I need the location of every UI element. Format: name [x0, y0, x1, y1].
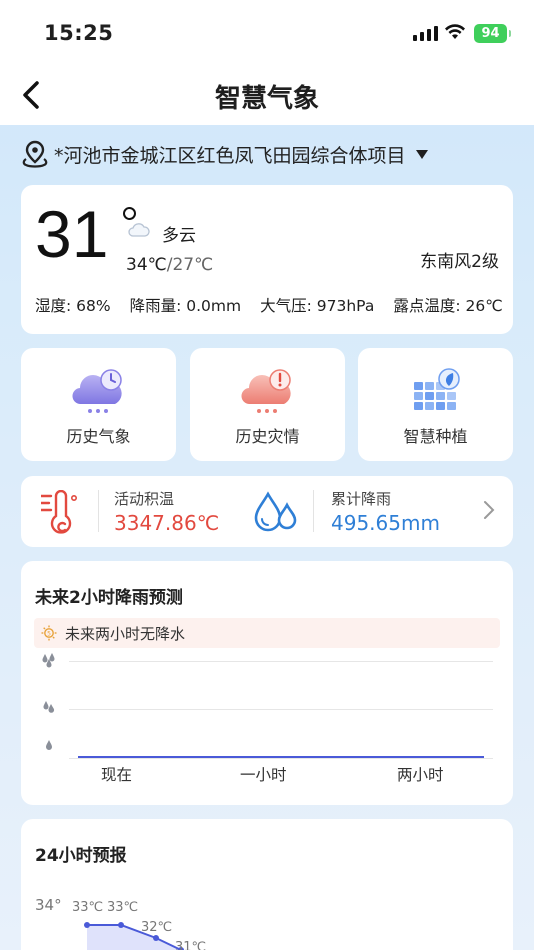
- active-temp-label: 活动积温: [114, 490, 175, 508]
- smart-planting-tile[interactable]: 智慧种植: [358, 348, 513, 461]
- tile-label: 历史灾情: [235, 427, 300, 446]
- forecast-point-label: 33℃: [107, 900, 139, 915]
- rain-forecast-card: 未来2小时降雨预测 5 未来两小时无降水 现在 一小时 两小时: [21, 561, 513, 805]
- chart-gridline: [69, 758, 493, 759]
- history-weather-tile[interactable]: 历史气象: [21, 348, 176, 461]
- forecast-24h-card: 24小时预报 34° 33℃ 33℃ 32℃ 31℃: [21, 819, 513, 950]
- forecast-point: [118, 922, 124, 928]
- heavy-rain-icon: [42, 653, 55, 668]
- active-temp-value: 3347.86℃: [114, 511, 220, 535]
- tile-label: 智慧种植: [403, 427, 468, 446]
- history-disaster-tile[interactable]: 历史灾情: [190, 348, 345, 461]
- pressure-value: 大气压: 973hPa: [260, 297, 375, 315]
- weather-condition: 多云: [162, 226, 196, 246]
- humidity-value: 湿度: 68%: [35, 297, 111, 315]
- forecast-point: [153, 935, 159, 941]
- tile-label: 历史气象: [66, 427, 131, 446]
- rain-forecast-title: 未来2小时降雨预测: [35, 588, 183, 608]
- wind-info: 东南风2级: [420, 252, 499, 272]
- thermometer-icon: [41, 490, 77, 534]
- forecast-point-label: 33℃: [72, 900, 104, 915]
- x-axis-label: 一小时: [240, 766, 287, 784]
- rain-notice-text: 未来两小时无降水: [65, 625, 186, 643]
- status-time: 15:25: [44, 21, 114, 45]
- sun-alert-icon: 5: [41, 625, 57, 641]
- location-selector[interactable]: *河池市金城江区红色凤飞田园综合体项目: [22, 140, 428, 168]
- rain-total-value: 495.65mm: [331, 511, 440, 535]
- divider: [313, 490, 314, 532]
- forecast-point-label: 31℃: [175, 940, 207, 950]
- wifi-icon: [445, 24, 465, 39]
- forecast-point: [84, 922, 90, 928]
- chart-gridline: [69, 661, 493, 662]
- light-rain-icon: [46, 740, 52, 750]
- accumulation-card[interactable]: 活动积温 3347.86℃ 累计降雨 495.65mm: [21, 476, 513, 547]
- svg-text:5: 5: [47, 631, 51, 638]
- rain-amount-line: [78, 756, 484, 758]
- battery-icon: 94: [474, 24, 511, 43]
- current-temperature: 31: [35, 197, 109, 271]
- history-disaster-icon: [240, 369, 291, 413]
- rain-total-label: 累计降雨: [331, 490, 392, 508]
- cloudy-icon: [128, 223, 150, 237]
- rainfall-value: 降雨量: 0.0mm: [129, 297, 242, 315]
- dropdown-arrow-icon: [415, 149, 428, 159]
- temperature-range: 34℃/27℃: [126, 255, 213, 275]
- moderate-rain-icon: [43, 701, 55, 713]
- status-bar: 15:25 94: [0, 0, 534, 66]
- smart-planting-icon: [413, 368, 460, 410]
- current-weather-card: 31 多云 34℃/27℃ 东南风2级 湿度: 68% 降雨量: 0.0mm 大…: [21, 185, 513, 334]
- temperature-low: 27℃: [172, 255, 214, 275]
- history-weather-icon: [71, 369, 122, 413]
- x-axis-label: 两小时: [397, 766, 444, 784]
- navigation-bar: 智慧气象: [0, 66, 534, 124]
- temperature-high: 34℃: [126, 255, 167, 275]
- chart-gridline: [69, 709, 493, 710]
- forecast-24h-title: 24小时预报: [35, 846, 127, 866]
- cellular-signal-icon: [413, 26, 438, 41]
- location-pin-icon: [22, 140, 48, 168]
- dew-point-value: 露点温度: 26℃: [393, 297, 503, 315]
- divider: [98, 490, 99, 532]
- rain-notice: 5 未来两小时无降水: [34, 618, 500, 648]
- page-title: 智慧气象: [214, 84, 319, 114]
- forecast-point-label: 32℃: [141, 920, 173, 935]
- weather-metrics: 湿度: 68% 降雨量: 0.0mm 大气压: 973hPa 露点温度: 26℃: [35, 294, 503, 316]
- x-axis-label: 现在: [101, 766, 133, 784]
- water-drops-icon: [254, 491, 297, 532]
- location-name: *河池市金城江区红色凤飞田园综合体项目: [54, 144, 406, 167]
- y-axis-max-label: 34°: [35, 896, 62, 914]
- chevron-right-icon[interactable]: [483, 500, 495, 520]
- degree-symbol-icon: [123, 207, 136, 220]
